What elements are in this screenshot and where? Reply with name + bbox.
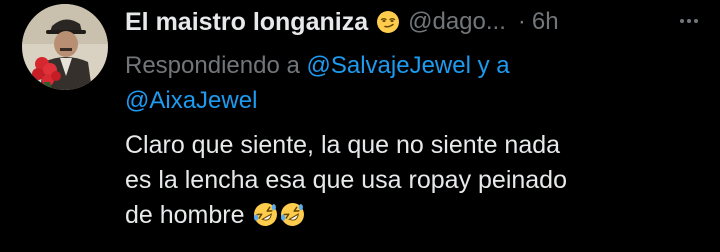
tweet-content: El maistro longaniza @dago... · 6h Respo…: [125, 0, 704, 233]
mention-link[interactable]: @AixaJewel: [125, 87, 257, 114]
rolling-on-floor-laughing-emoji-icon: [280, 202, 305, 227]
rolling-on-floor-laughing-emoji-icon: [253, 202, 278, 227]
more-options-button[interactable]: [674, 6, 704, 36]
author-display-name[interactable]: El maistro longaniza: [125, 8, 368, 37]
avatar[interactable]: [22, 4, 108, 90]
tweet-text-line: Claro que siente, la que no siente nada: [125, 131, 561, 159]
more-horizontal-icon: [680, 19, 698, 23]
replying-to-label: Respondiendo a: [125, 52, 300, 79]
tweet-text-line: es la lencha esa que usa ropay peinado: [125, 166, 567, 194]
author-handle[interactable]: @dago...: [408, 8, 506, 36]
tweet-text-line: de hombre: [125, 201, 245, 229]
header-separator: ·: [517, 8, 526, 35]
smirking-face-emoji-icon: [376, 10, 400, 34]
tweet-timestamp[interactable]: 6h: [532, 8, 559, 36]
replying-to-conjunction[interactable]: y a: [478, 52, 510, 79]
profile-photo: [22, 4, 108, 90]
tweet[interactable]: El maistro longaniza @dago... · 6h Respo…: [0, 0, 720, 252]
tweet-text: Claro que siente, la que no siente nada …: [125, 128, 704, 233]
mention-link[interactable]: @SalvajeJewel: [306, 52, 470, 79]
tweet-header: El maistro longaniza @dago... · 6h: [125, 0, 704, 44]
replying-to: Respondiendo a @SalvajeJewel y a @AixaJe…: [125, 48, 704, 118]
